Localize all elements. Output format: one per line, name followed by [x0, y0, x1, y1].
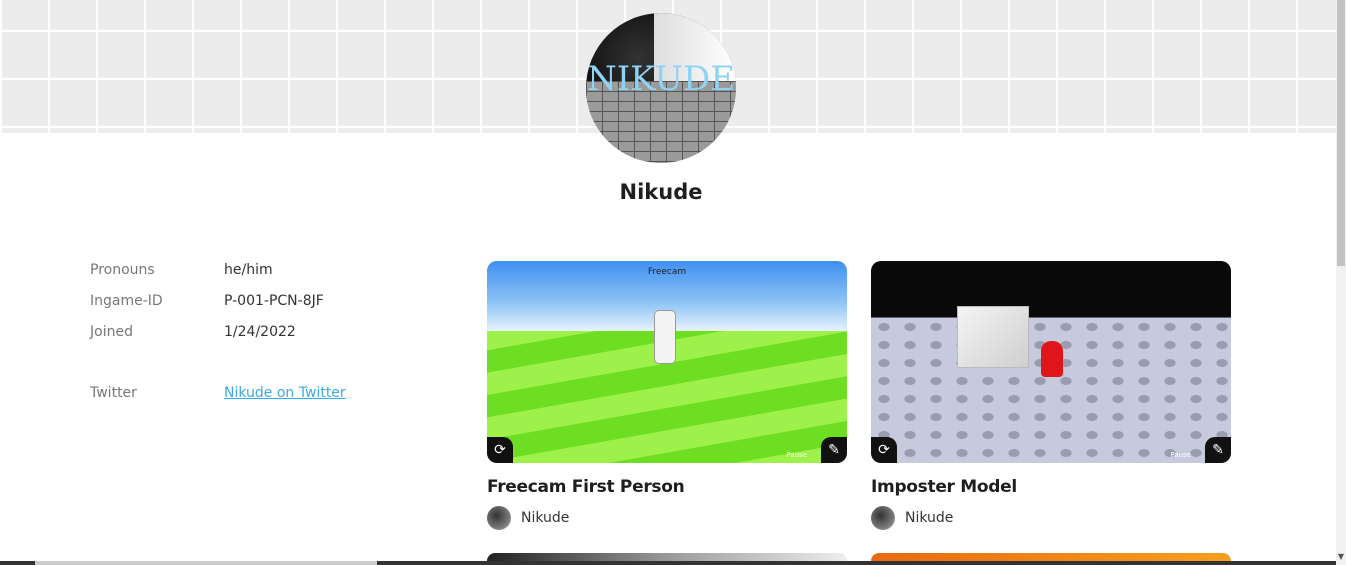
page-scrollbar[interactable]: ▼: [1336, 0, 1346, 565]
thumbnail-floor: [871, 317, 1231, 463]
pronouns-value: he/him: [224, 262, 273, 278]
twitter-link[interactable]: Nikude on Twitter: [224, 385, 346, 401]
ingame-id-label: Ingame-ID: [90, 293, 163, 309]
scrollbar-thumb[interactable]: [1337, 0, 1345, 266]
pause-label: Pause: [786, 451, 807, 459]
thumbnail-overlay-title: Freecam: [647, 267, 687, 277]
level-thumbnail[interactable]: Freecam ⟳ Pause ✎: [487, 261, 847, 463]
horizontal-scrollbar[interactable]: [0, 561, 1336, 565]
author-name[interactable]: Nikude: [905, 510, 953, 526]
horizontal-scrollbar-thumb[interactable]: [35, 561, 377, 565]
pause-label: Pause: [1170, 451, 1191, 459]
edit-pencil-icon[interactable]: ✎: [821, 437, 847, 463]
twitter-label: Twitter: [90, 385, 137, 401]
imposter-figure: [1041, 341, 1063, 377]
joined-label: Joined: [90, 324, 133, 340]
level-author[interactable]: Nikude: [871, 506, 1231, 530]
profile-avatar: NIKUDE: [586, 13, 736, 163]
level-author[interactable]: Nikude: [487, 506, 847, 530]
edit-pencil-icon[interactable]: ✎: [1205, 437, 1231, 463]
avatar-logo-text: NIKUDE: [586, 59, 736, 99]
level-card[interactable]: ⟳ Pause ✎ Imposter Model Nikude: [871, 261, 1231, 530]
author-name[interactable]: Nikude: [521, 510, 569, 526]
pronouns-label: Pronouns: [90, 262, 155, 278]
scroll-down-arrow-icon[interactable]: ▼: [1337, 553, 1345, 561]
cube-object: [957, 306, 1029, 368]
level-title[interactable]: Imposter Model: [871, 477, 1231, 497]
profile-name: Nikude: [619, 180, 703, 204]
level-thumbnail[interactable]: ⟳ Pause ✎: [871, 261, 1231, 463]
restart-icon[interactable]: ⟳: [487, 437, 513, 463]
ingame-id-value: P-001-PCN-8JF: [224, 293, 324, 309]
level-card[interactable]: Freecam ⟳ Pause ✎ Freecam First Person N…: [487, 261, 847, 530]
character-figure: [655, 311, 675, 363]
author-avatar: [487, 506, 511, 530]
joined-value: 1/24/2022: [224, 324, 296, 340]
restart-icon[interactable]: ⟳: [871, 437, 897, 463]
level-title[interactable]: Freecam First Person: [487, 477, 847, 497]
author-avatar: [871, 506, 895, 530]
